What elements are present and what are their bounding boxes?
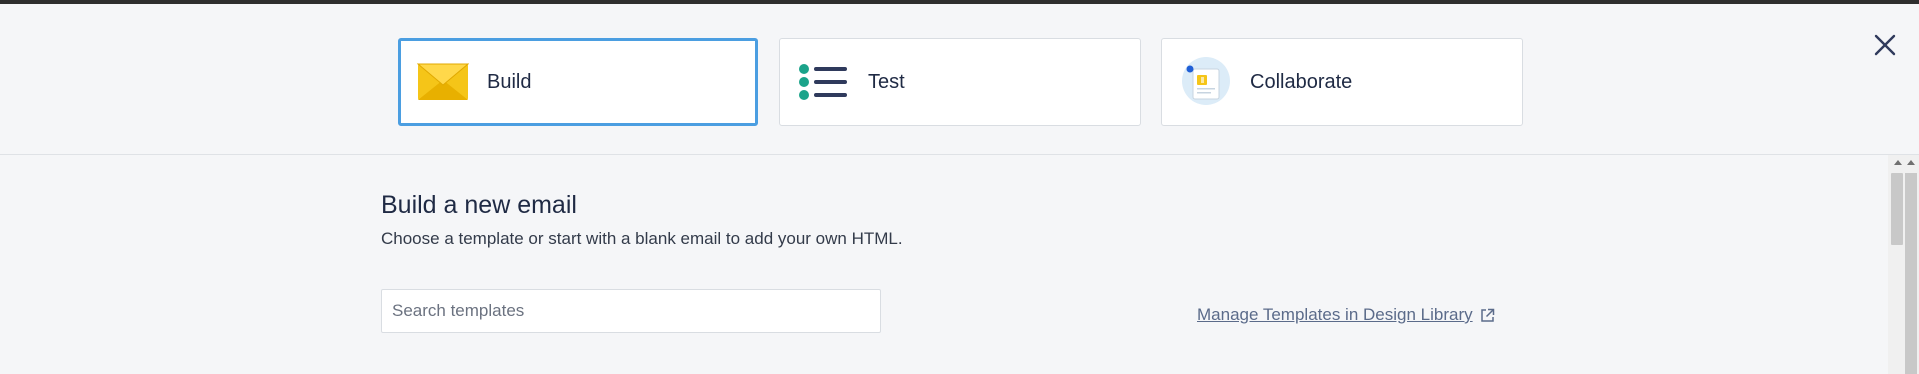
tab-collaborate-label: Collaborate [1250,70,1353,93]
tab-build-label: Build [487,70,532,93]
external-link-icon [1480,308,1494,322]
close-icon[interactable] [1872,32,1898,58]
scroll-up-arrow-icon[interactable] [1890,157,1916,167]
envelope-icon [417,63,469,100]
manage-templates-link-label: Manage Templates in Design Library [1197,305,1473,324]
checklist-icon [799,64,847,100]
build-panel: Build a new email Choose a template or s… [0,155,1919,374]
tab-test-label: Test [868,70,905,93]
tab-test[interactable]: Test [779,38,1141,126]
manage-templates-link[interactable]: Manage Templates in Design Library [1197,305,1495,325]
scrollbar-thumb-outer[interactable] [1905,173,1917,374]
scrollbar-thumb[interactable] [1891,173,1903,245]
collaborate-icon [1182,57,1230,105]
tab-build[interactable]: Build [398,38,758,126]
search-templates-input[interactable] [381,289,881,333]
page-subtitle: Choose a template or start with a blank … [381,229,903,248]
tab-collaborate[interactable]: Collaborate [1161,38,1523,126]
page-title: Build a new email [381,191,577,219]
scrollbar[interactable] [1888,155,1919,374]
mode-header: Build Test Collaborate [0,4,1919,155]
